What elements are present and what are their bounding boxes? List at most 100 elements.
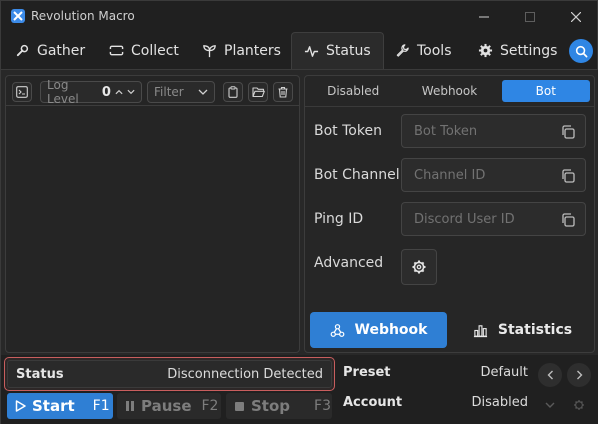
segment-bot[interactable]: Bot bbox=[501, 80, 590, 102]
filter-dropdown[interactable]: Filter bbox=[147, 81, 215, 103]
close-button[interactable] bbox=[553, 1, 598, 32]
chevron-down-icon bbox=[545, 402, 555, 408]
chevron-left-icon bbox=[547, 370, 553, 380]
gear-icon bbox=[412, 260, 426, 274]
pause-button[interactable]: Pause F2 bbox=[117, 393, 221, 419]
ping-id-input[interactable]: Discord User ID bbox=[401, 202, 586, 236]
log-level-dropdown[interactable]: Log Level 0 bbox=[40, 78, 142, 106]
bottom-bar: Status Disconnection Detected Preset Def… bbox=[1, 355, 598, 424]
copy-log-button[interactable] bbox=[223, 82, 243, 102]
gear-icon bbox=[478, 43, 493, 58]
pause-hotkey: F2 bbox=[201, 398, 219, 414]
tab-label: Collect bbox=[131, 42, 179, 59]
copy-icon[interactable] bbox=[560, 168, 576, 184]
tab-status[interactable]: Status bbox=[291, 32, 384, 69]
bot-token-label: Bot Token bbox=[314, 123, 382, 139]
tab-tools[interactable]: Tools bbox=[395, 32, 452, 69]
app-window: Revolution Macro Gather Collect Planters… bbox=[0, 0, 598, 424]
tab-label: Gather bbox=[37, 42, 86, 59]
webhook-icon bbox=[330, 323, 344, 337]
tab-collect[interactable]: Collect bbox=[109, 32, 179, 69]
status-display: Status Disconnection Detected bbox=[4, 357, 335, 391]
main-tab-bar: Gather Collect Planters Status Tools Set… bbox=[1, 32, 598, 69]
advanced-label: Advanced bbox=[314, 255, 384, 271]
log-toolbar: Log Level 0 Filter bbox=[6, 76, 299, 106]
log-panel: Log Level 0 Filter bbox=[5, 75, 300, 353]
segment-webhook[interactable]: Webhook bbox=[405, 80, 493, 102]
play-icon bbox=[15, 400, 26, 412]
gather-icon bbox=[16, 44, 29, 57]
search-button[interactable] bbox=[569, 39, 593, 63]
segment-disabled[interactable]: Disabled bbox=[309, 80, 397, 102]
preset-prev-button[interactable] bbox=[538, 363, 562, 387]
tab-planters[interactable]: Planters bbox=[202, 32, 281, 69]
open-folder-button[interactable] bbox=[248, 82, 268, 102]
pulse-icon bbox=[304, 45, 319, 57]
ping-id-placeholder: Discord User ID bbox=[414, 211, 515, 227]
window-title: Revolution Macro bbox=[31, 9, 135, 23]
bot-token-input[interactable]: Bot Token bbox=[401, 114, 586, 148]
advanced-settings-button[interactable] bbox=[401, 249, 437, 285]
stop-icon bbox=[235, 401, 244, 411]
pause-label: Pause bbox=[141, 397, 192, 415]
start-hotkey: F1 bbox=[92, 398, 110, 414]
log-level-label: Log Level bbox=[47, 78, 79, 106]
ping-id-label: Ping ID bbox=[314, 211, 364, 227]
stop-label: Stop bbox=[251, 397, 291, 415]
clear-log-button[interactable] bbox=[273, 82, 293, 102]
account-settings-button[interactable] bbox=[567, 393, 591, 417]
chevron-down-icon bbox=[198, 89, 208, 95]
preset-next-button[interactable] bbox=[567, 363, 591, 387]
sprout-icon bbox=[203, 45, 216, 58]
segment-divider bbox=[305, 106, 594, 107]
webhook-button[interactable]: Webhook bbox=[310, 312, 447, 348]
account-row: Account Disabled bbox=[339, 391, 534, 417]
minimize-button[interactable] bbox=[461, 1, 507, 32]
wrench-icon bbox=[396, 44, 409, 57]
start-label: Start bbox=[32, 397, 75, 415]
console-button[interactable] bbox=[12, 82, 32, 102]
tab-gather[interactable]: Gather bbox=[15, 32, 85, 69]
chevron-down-icon bbox=[127, 89, 135, 95]
tab-label: Status bbox=[326, 43, 371, 59]
preset-row: Preset Default bbox=[339, 361, 534, 387]
terminal-icon bbox=[16, 86, 28, 98]
discord-mode-segment: Disabled Webhook Bot bbox=[305, 76, 594, 106]
copy-icon[interactable] bbox=[560, 212, 576, 228]
tab-label: Tools bbox=[417, 42, 452, 59]
stop-hotkey: F3 bbox=[314, 398, 331, 414]
chevron-up-icon bbox=[115, 89, 123, 95]
pause-icon bbox=[126, 401, 134, 411]
app-logo-icon bbox=[11, 9, 25, 23]
bot-token-placeholder: Bot Token bbox=[414, 123, 478, 139]
filter-label: Filter bbox=[154, 85, 184, 99]
statistics-button[interactable]: Statistics bbox=[455, 312, 590, 348]
tab-label: Planters bbox=[224, 42, 281, 59]
preset-value: Default bbox=[480, 365, 529, 380]
discord-panel: Disabled Webhook Bot Bot Token Bot Token… bbox=[304, 75, 595, 353]
bar-chart-icon bbox=[473, 324, 487, 337]
bot-channel-label: Bot Channel bbox=[314, 167, 400, 183]
gear-icon bbox=[574, 400, 584, 410]
preset-label: Preset bbox=[343, 365, 391, 380]
copy-icon[interactable] bbox=[560, 124, 576, 140]
statistics-button-label: Statistics bbox=[497, 322, 573, 338]
status-value: Disconnection Detected bbox=[167, 367, 323, 382]
status-inner: Status Disconnection Detected bbox=[7, 360, 332, 388]
trash-icon bbox=[278, 86, 288, 98]
status-tab-content: Log Level 0 Filter Disabled Webhook Bot … bbox=[1, 69, 598, 355]
start-button[interactable]: Start F1 bbox=[7, 393, 113, 419]
account-label: Account bbox=[343, 395, 403, 410]
account-dropdown-button[interactable] bbox=[538, 393, 562, 417]
webhook-button-label: Webhook bbox=[354, 322, 428, 338]
tab-settings[interactable]: Settings bbox=[478, 32, 557, 69]
chevron-right-icon bbox=[576, 370, 582, 380]
ticket-icon bbox=[109, 45, 124, 56]
stop-button[interactable]: Stop F3 bbox=[226, 393, 332, 419]
maximize-button[interactable] bbox=[507, 1, 553, 32]
clipboard-icon bbox=[228, 86, 238, 98]
tab-label: Settings bbox=[500, 42, 558, 59]
folder-icon bbox=[251, 87, 265, 98]
bot-channel-input[interactable]: Channel ID bbox=[401, 158, 586, 192]
search-icon bbox=[575, 45, 587, 57]
